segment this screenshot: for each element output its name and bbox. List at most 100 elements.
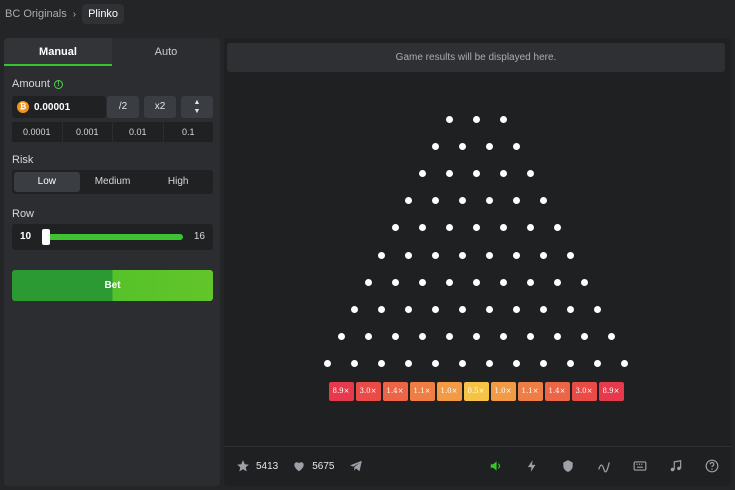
peg xyxy=(351,360,358,368)
top-bar: BC Originals › Plinko xyxy=(0,0,735,30)
peg xyxy=(459,142,466,150)
multiplier-slot: 8.9× xyxy=(598,382,624,401)
amount-label: Amount xyxy=(12,78,50,90)
amount-row: ₿ 0.00001 /2 x2 ▲ ▼ xyxy=(12,96,213,118)
peg xyxy=(432,197,439,205)
multiplier-slot: 1.1× xyxy=(517,382,543,401)
peg xyxy=(594,360,601,368)
multiplier-slot: 3.0× xyxy=(571,382,597,401)
volume-icon[interactable] xyxy=(489,459,503,473)
peg xyxy=(472,333,480,341)
peg xyxy=(432,360,439,368)
peg xyxy=(513,197,520,205)
row-label: Row xyxy=(12,208,35,220)
peg xyxy=(418,169,426,177)
chart-line-icon[interactable] xyxy=(597,459,611,473)
multiplier-slot: 1.4× xyxy=(382,382,408,401)
keyboard-icon[interactable] xyxy=(633,459,647,473)
peg xyxy=(567,360,574,368)
peg xyxy=(553,278,561,286)
peg xyxy=(418,224,426,232)
amount-presets: 0.0001 0.001 0.01 0.1 xyxy=(12,122,213,142)
amount-value: 0.00001 xyxy=(34,101,71,113)
results-bar: Game results will be displayed here. xyxy=(227,43,725,72)
help-icon[interactable] xyxy=(705,459,719,473)
peg xyxy=(553,224,561,232)
peg xyxy=(378,251,385,259)
double-button[interactable]: x2 xyxy=(144,96,176,118)
peg xyxy=(540,360,547,368)
heart-icon[interactable] xyxy=(292,459,306,473)
peg xyxy=(432,305,439,313)
telegram-icon[interactable] xyxy=(349,459,363,473)
bitcoin-icon: ₿ xyxy=(17,101,29,113)
row-max: 16 xyxy=(193,231,205,242)
footer-stats: 5413 5675 xyxy=(236,459,369,473)
peg xyxy=(486,142,493,150)
peg xyxy=(337,333,345,341)
peg xyxy=(445,278,453,286)
fairness-icon[interactable] xyxy=(561,459,575,473)
peg xyxy=(499,224,507,232)
peg xyxy=(378,305,385,313)
peg xyxy=(459,360,466,368)
peg xyxy=(486,251,493,259)
breadcrumb: BC Originals › Plinko xyxy=(5,4,125,24)
peg xyxy=(445,224,453,232)
multiplier-slot: 1.0× xyxy=(490,382,516,401)
tab-auto[interactable]: Auto xyxy=(112,38,220,66)
breadcrumb-root-link[interactable]: BC Originals xyxy=(5,8,67,20)
peg xyxy=(486,197,493,205)
peg xyxy=(540,305,547,313)
preset-button[interactable]: 0.001 xyxy=(62,122,112,142)
peg xyxy=(580,333,588,341)
risk-label: Risk xyxy=(12,154,34,166)
risk-option-high[interactable]: High xyxy=(145,172,211,192)
peg xyxy=(445,169,453,177)
lightning-icon[interactable] xyxy=(525,459,539,473)
multiplier-slot: 0.5× xyxy=(463,382,489,401)
half-button[interactable]: /2 xyxy=(107,96,139,118)
info-icon[interactable]: ! xyxy=(53,79,63,89)
amount-input[interactable]: ₿ 0.00001 xyxy=(12,96,106,118)
peg xyxy=(445,333,453,341)
multiplier-slot: 1.0× xyxy=(436,382,462,401)
chevron-down-icon: ▼ xyxy=(193,108,201,115)
risk-selector: Low Medium High xyxy=(12,170,213,194)
peg xyxy=(432,142,439,150)
chevron-up-icon: ▲ xyxy=(193,99,201,106)
multiplier-slot: 3.0× xyxy=(355,382,381,401)
row-slider-box: 10 16 xyxy=(12,224,213,250)
peg xyxy=(513,251,520,259)
peg xyxy=(540,251,547,259)
peg xyxy=(486,305,493,313)
preset-button[interactable]: 0.0001 xyxy=(12,122,62,142)
peg xyxy=(594,305,601,313)
star-icon[interactable] xyxy=(236,459,250,473)
tab-manual[interactable]: Manual xyxy=(4,38,112,66)
risk-option-low[interactable]: Low xyxy=(14,172,80,192)
peg xyxy=(459,305,466,313)
chevron-right-icon: › xyxy=(72,8,77,20)
peg xyxy=(378,360,385,368)
multiplier-slot: 8.9× xyxy=(328,382,354,401)
peg xyxy=(391,224,399,232)
peg xyxy=(513,360,520,368)
bet-button[interactable]: Bet xyxy=(12,270,213,301)
row-slider-track[interactable] xyxy=(42,229,183,245)
peg xyxy=(364,333,372,341)
risk-option-medium[interactable]: Medium xyxy=(80,172,146,192)
like-count: 5675 xyxy=(312,460,335,472)
peg xyxy=(364,278,372,286)
peg xyxy=(526,333,534,341)
music-icon[interactable] xyxy=(669,459,683,473)
preset-button[interactable]: 0.01 xyxy=(113,122,163,142)
peg xyxy=(472,115,480,123)
row-slider-thumb[interactable] xyxy=(42,229,50,245)
preset-button[interactable]: 0.1 xyxy=(163,122,213,142)
peg xyxy=(391,333,399,341)
peg xyxy=(526,169,534,177)
amount-range-button[interactable]: ▲ ▼ xyxy=(181,96,213,118)
peg xyxy=(445,115,453,123)
peg xyxy=(567,251,574,259)
